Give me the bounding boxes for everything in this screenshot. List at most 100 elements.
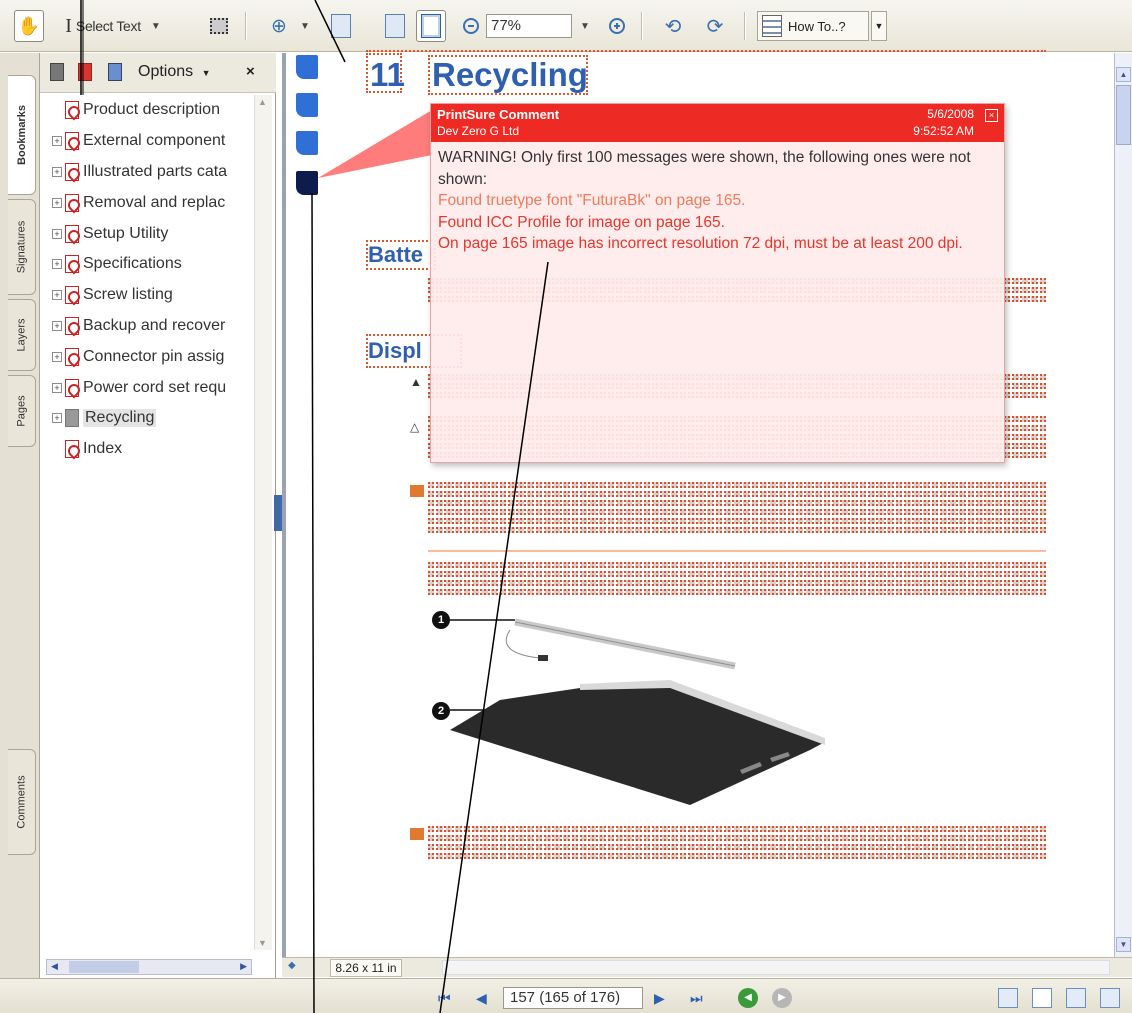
zoom-level-dropdown[interactable]: ▼ <box>578 10 592 42</box>
actual-size-button[interactable] <box>326 10 356 42</box>
tab-label: Bookmarks <box>15 105 28 165</box>
how-to-dropdown[interactable]: ▼ <box>871 11 887 41</box>
section-heading-battery: Batte <box>368 242 424 267</box>
bookmark-recycling[interactable]: + Recycling <box>52 403 264 434</box>
page-icon <box>331 14 351 38</box>
bookmark-label: Power cord set requ <box>83 378 227 396</box>
first-page-button[interactable]: ⏮ <box>438 987 451 1009</box>
tab-pages[interactable]: Pages <box>8 375 36 447</box>
scrollbar-thumb[interactable] <box>1116 85 1131 145</box>
bookmark-removal-replacement[interactable]: + Removal and replac <box>52 187 264 218</box>
zoom-tool-dropdown[interactable]: ▼ <box>298 10 312 42</box>
zoom-in-circle-button[interactable] <box>604 10 630 42</box>
expand-plus-icon[interactable]: + <box>52 320 62 331</box>
fit-page-button[interactable] <box>380 10 410 42</box>
hand-icon: ✋ <box>17 15 41 36</box>
comment-body[interactable]: WARNING! Only first 100 messages were sh… <box>438 147 998 255</box>
comment-callout-pointer <box>318 110 432 178</box>
expand-plus-icon[interactable]: + <box>52 290 62 301</box>
display-assembly-illustration <box>450 618 825 805</box>
select-text-tool-button[interactable]: I Select Text ▼ <box>48 10 178 42</box>
rotate-clockwise-button[interactable]: ⟳ <box>700 10 730 42</box>
facing-view-button[interactable] <box>1066 988 1086 1008</box>
new-bookmark-icon[interactable] <box>78 63 92 81</box>
bookmarks-horizontal-scrollbar[interactable]: ◀ ▶ <box>46 959 252 975</box>
bookmark-product-description[interactable]: Product description <box>52 95 264 126</box>
scroll-down-arrow-icon[interactable]: ▼ <box>1116 937 1131 952</box>
bookmarks-vertical-scrollbar[interactable]: ▲ ▼ <box>254 95 272 950</box>
tab-comments[interactable]: Comments <box>8 749 36 855</box>
select-text-label: Select Text <box>75 18 141 34</box>
bookmark-screw-listing[interactable]: + Screw listing <box>52 280 264 311</box>
go-forward-view-button[interactable]: ▶ <box>772 988 792 1008</box>
scroll-up-arrow-icon[interactable]: ▲ <box>258 97 267 107</box>
bookmark-options-icon[interactable] <box>108 63 122 81</box>
scroll-right-arrow-icon[interactable]: ▶ <box>240 961 247 972</box>
last-page-button[interactable]: ⏭ <box>690 987 703 1009</box>
bookmark-backup-recovery[interactable]: + Backup and recover <box>52 311 264 342</box>
chevron-down-icon: ▼ <box>580 20 590 32</box>
document-vertical-scrollbar[interactable]: ▲ ▼ <box>1114 53 1132 957</box>
fit-width-button[interactable] <box>416 10 446 42</box>
comment-title: PrintSure Comment <box>437 107 560 122</box>
scroll-up-arrow-icon[interactable]: ▲ <box>1116 67 1131 82</box>
rotate-counterclockwise-button[interactable]: ⟲ <box>658 10 688 42</box>
bookmark-index[interactable]: Index <box>52 434 264 465</box>
page-number-input[interactable]: 157 (165 of 176) <box>503 987 643 1009</box>
bookmark-illustrated-parts[interactable]: + Illustrated parts cata <box>52 157 264 188</box>
document-horizontal-scrollbar[interactable] <box>442 960 1110 975</box>
continuous-facing-view-button[interactable] <box>1100 988 1120 1008</box>
bookmark-label: Setup Utility <box>83 224 169 242</box>
scroll-down-arrow-icon[interactable]: ▼ <box>258 938 267 948</box>
comment-popup-header[interactable]: PrintSure Comment Dev Zero G Ltd 5/6/200… <box>431 104 1004 142</box>
hand-tool-button[interactable]: ✋ <box>14 10 44 42</box>
navigation-tab-strip: Bookmarks Signatures Layers Pages Commen… <box>0 53 40 978</box>
comment-close-button[interactable]: × <box>985 109 998 122</box>
tab-bookmarks[interactable]: Bookmarks <box>8 75 36 195</box>
bookmark-setup-utility[interactable]: + Setup Utility <box>52 218 264 249</box>
preflight-comment-popup[interactable]: PrintSure Comment Dev Zero G Ltd 5/6/200… <box>430 103 1005 463</box>
bookmark-power-cord[interactable]: + Power cord set requ <box>52 372 264 403</box>
next-page-button[interactable]: ▶ <box>654 987 665 1009</box>
expand-plus-icon[interactable]: + <box>52 228 62 239</box>
bookmark-specifications[interactable]: + Specifications <box>52 249 264 280</box>
scroll-left-arrow-icon[interactable]: ◀ <box>51 961 58 972</box>
zoom-in-button[interactable]: ⊕ <box>264 10 294 42</box>
magnifier-plus-icon: ⊕ <box>271 15 287 37</box>
toolbar-separator <box>641 12 643 40</box>
tab-signatures[interactable]: Signatures <box>8 199 36 295</box>
note-flag-icon <box>410 485 424 497</box>
comment-note-icon[interactable] <box>296 55 318 79</box>
main-toolbar: ✋ I Select Text ▼ ⊕ ▼ 77% ▼ ⟲ ⟳ How To.. <box>0 0 1132 52</box>
expand-plus-icon[interactable]: + <box>52 136 62 147</box>
bookmark-external-component[interactable]: + External component <box>52 126 264 157</box>
expand-left-arrow-icon[interactable]: ◆ <box>288 960 296 971</box>
rotate-right-icon: ⟳ <box>706 15 724 38</box>
expand-plus-icon[interactable]: + <box>52 382 62 393</box>
previous-page-button[interactable]: ◀ <box>476 987 487 1009</box>
bookmark-label: Screw listing <box>83 286 173 304</box>
expand-plus-icon[interactable]: + <box>52 351 62 362</box>
zoom-level-input[interactable]: 77% <box>486 14 572 38</box>
expand-plus-icon[interactable]: + <box>52 166 62 177</box>
trash-icon[interactable] <box>50 63 64 81</box>
note-flag-icon <box>410 828 424 840</box>
how-to-button[interactable]: How To..? <box>757 11 869 41</box>
expand-plus-icon[interactable]: + <box>52 197 62 208</box>
zoom-out-button[interactable] <box>458 10 484 42</box>
go-back-view-button[interactable]: ◀ <box>738 988 758 1008</box>
tab-layers[interactable]: Layers <box>8 299 36 371</box>
pdf-bookmark-icon <box>65 440 79 459</box>
snapshot-tool-button[interactable] <box>204 10 234 42</box>
expand-plus-icon[interactable]: + <box>52 259 62 270</box>
scrollbar-thumb[interactable] <box>69 961 139 973</box>
single-page-view-button[interactable] <box>998 988 1018 1008</box>
pdf-bookmark-icon <box>65 224 79 243</box>
close-panel-button[interactable]: × <box>246 63 255 80</box>
continuous-view-button[interactable] <box>1032 988 1052 1008</box>
bookmark-connector-pin[interactable]: + Connector pin assig <box>52 341 264 372</box>
tab-label: Comments <box>15 775 28 829</box>
flagged-text-block <box>428 826 1046 862</box>
expand-plus-icon[interactable]: + <box>52 413 62 424</box>
options-menu-button[interactable]: Options ▼ <box>138 63 211 81</box>
